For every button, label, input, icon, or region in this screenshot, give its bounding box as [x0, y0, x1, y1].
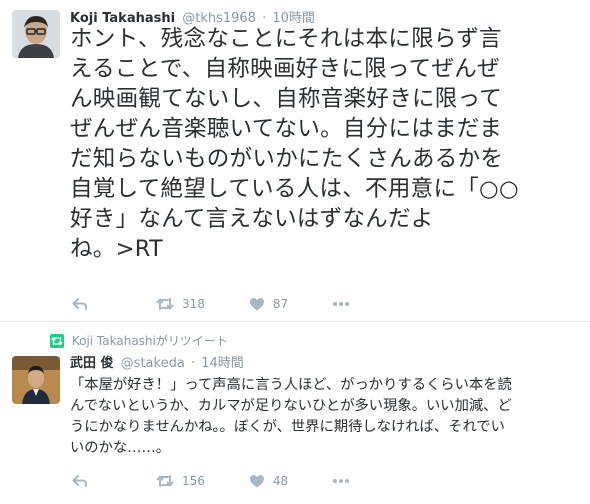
retweet-count: 318: [182, 297, 205, 311]
reply-button[interactable]: [72, 473, 88, 489]
tweet-actions: 318 87: [72, 294, 350, 314]
tweet-1[interactable]: Koji Takahashi @tkhs1968 · 10時間 ホント、残念なこ…: [0, 0, 590, 322]
tweet-text: 「本屋が好き！」って声高に言う人ほど、がっかりするくらい本を読 んでないというか…: [70, 377, 512, 456]
like-count: 87: [272, 297, 289, 311]
like-count: 48: [272, 474, 289, 488]
retweet-button[interactable]: 156: [156, 473, 205, 489]
tweet-text: ホント、残念なことにそれは本に限らず言 えることで、自称映画好きに限ってぜんぜ …: [70, 26, 519, 262]
retweet-icon: [156, 296, 174, 312]
author-name[interactable]: 武田 俊: [70, 356, 114, 371]
reply-icon: [72, 296, 88, 312]
reply-button[interactable]: [72, 296, 88, 312]
timestamp[interactable]: 14時間: [201, 356, 244, 371]
retweet-context-label: Koji Takahashiがリツイート: [71, 334, 228, 348]
more-button[interactable]: [332, 301, 350, 307]
tweet-header: 武田 俊 @stakeda · 14時間: [70, 355, 244, 373]
more-button[interactable]: [332, 478, 350, 484]
heart-icon: [249, 296, 265, 312]
avatar[interactable]: [12, 356, 60, 404]
tweet-2[interactable]: Koji Takahashiがリツイート 武田 俊 @stakeda · 14時…: [0, 323, 590, 504]
retweet-context-icon: [50, 334, 64, 352]
retweet-count: 156: [182, 474, 205, 488]
author-handle[interactable]: @stakeda: [121, 356, 185, 371]
like-button[interactable]: 87: [249, 296, 288, 312]
like-button[interactable]: 48: [249, 473, 288, 489]
reply-icon: [72, 473, 88, 489]
avatar[interactable]: [12, 10, 60, 58]
heart-icon: [249, 473, 265, 489]
separator: ·: [190, 356, 196, 371]
retweet-button[interactable]: 318: [156, 296, 205, 312]
retweet-icon: [156, 473, 174, 489]
more-icon: [332, 478, 350, 484]
retweet-context[interactable]: Koji Takahashiがリツイート: [50, 333, 228, 352]
tweet-actions: 156 48: [72, 471, 350, 491]
more-icon: [332, 301, 350, 307]
